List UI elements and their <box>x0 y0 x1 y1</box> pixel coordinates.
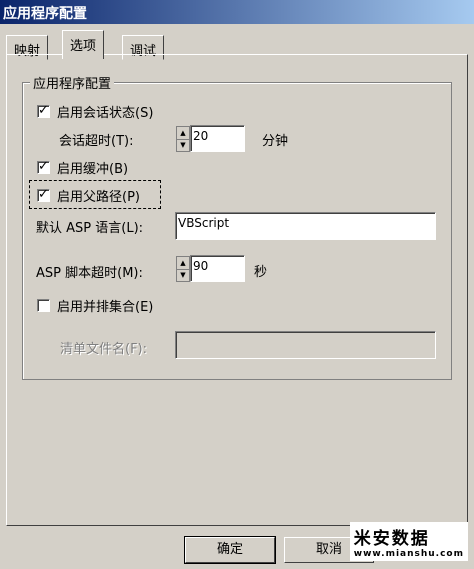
session-timeout-spinner[interactable]: ▲ ▼ <box>176 126 190 152</box>
session-timeout-label: 会话超时(T): <box>59 134 134 149</box>
buffering-label: 启用缓冲(B) <box>57 162 129 177</box>
manifest-label: 清单文件名(F): <box>60 342 148 357</box>
spin-down-icon[interactable]: ▼ <box>177 139 189 151</box>
session-timeout-unit: 分钟 <box>262 134 289 149</box>
default-language-label: 默认 ASP 语言(L): <box>36 221 144 236</box>
spin-down-icon[interactable]: ▼ <box>177 269 189 281</box>
session-state-checkbox[interactable]: ✓ <box>37 103 50 118</box>
side-by-side-checkbox[interactable] <box>37 299 50 312</box>
watermark-text: 米安数据 <box>353 529 430 549</box>
side-by-side-label: 启用并排集合(E) <box>57 300 154 315</box>
parent-paths-label: 启用父路径(P) <box>57 190 140 205</box>
title-bar: 应用程序配置 <box>0 0 474 24</box>
check-icon: ✓ <box>38 159 49 174</box>
buffering-checkbox[interactable]: ✓ <box>37 159 50 174</box>
check-icon: ✓ <box>38 187 49 202</box>
session-timeout-input[interactable]: 20 <box>190 125 245 152</box>
script-timeout-spinner[interactable]: ▲ ▼ <box>176 256 190 282</box>
default-language-input[interactable]: VBScript <box>175 212 436 240</box>
script-timeout-unit: 秒 <box>254 265 268 280</box>
script-timeout-label: ASP 脚本超时(M): <box>36 266 143 281</box>
window-title: 应用程序配置 <box>3 6 87 22</box>
watermark-url: www.mianshu.com <box>353 549 464 559</box>
ok-button[interactable]: 确定 <box>184 536 276 564</box>
parent-paths-checkbox[interactable]: ✓ <box>37 187 50 202</box>
group-label: 应用程序配置 <box>30 73 115 92</box>
check-icon: ✓ <box>38 103 49 118</box>
session-state-label: 启用会话状态(S) <box>57 106 154 121</box>
manifest-input <box>175 331 436 359</box>
watermark: 米安数据 www.mianshu.com <box>349 522 468 561</box>
tab-options[interactable]: 选项 <box>62 30 105 59</box>
script-timeout-input[interactable]: 90 <box>190 255 245 282</box>
